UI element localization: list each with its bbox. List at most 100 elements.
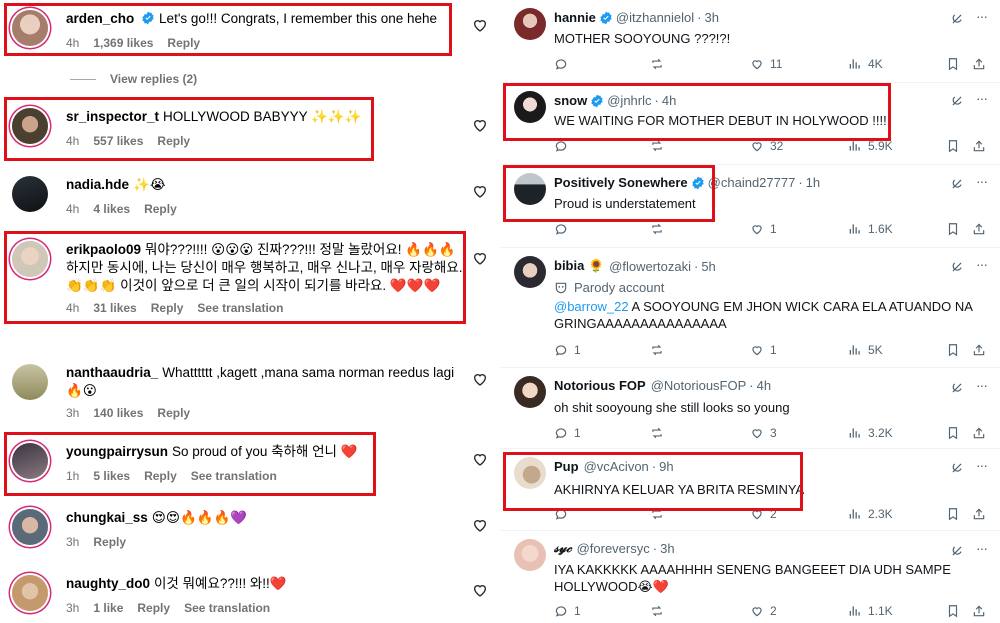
comment-username[interactable]: naughty_do0 bbox=[66, 576, 150, 591]
view-replies-button[interactable]: View replies (2) bbox=[70, 72, 197, 86]
display-name[interactable]: Positively Sonewhere bbox=[554, 175, 688, 190]
reply-button[interactable] bbox=[554, 57, 574, 71]
post-time[interactable]: 4h bbox=[662, 93, 676, 108]
like-heart-icon[interactable] bbox=[472, 582, 488, 598]
post-time[interactable]: 9h bbox=[659, 459, 673, 474]
display-name[interactable]: bibia 🌻 bbox=[554, 258, 604, 274]
display-name[interactable]: snow bbox=[554, 93, 587, 108]
bookmark-button[interactable] bbox=[946, 222, 966, 236]
repost-button[interactable] bbox=[650, 343, 670, 357]
avatar[interactable] bbox=[514, 256, 546, 288]
like-heart-icon[interactable] bbox=[472, 451, 488, 467]
reply-button[interactable]: Reply bbox=[157, 406, 190, 420]
avatar[interactable] bbox=[12, 443, 48, 479]
avatar[interactable] bbox=[514, 376, 546, 408]
comment-username[interactable]: chungkai_ss bbox=[66, 510, 148, 525]
share-button[interactable] bbox=[972, 426, 992, 440]
share-button[interactable] bbox=[972, 57, 992, 71]
views-button[interactable]: 3.2K bbox=[848, 426, 893, 440]
grok-icon[interactable] bbox=[950, 461, 964, 475]
grok-icon[interactable] bbox=[950, 381, 964, 395]
reply-button[interactable] bbox=[554, 222, 574, 236]
display-name[interactable]: Notorious FOP bbox=[554, 378, 646, 393]
see-translation-button[interactable]: See translation bbox=[197, 301, 283, 315]
bookmark-button[interactable] bbox=[946, 507, 966, 521]
mention-link[interactable]: @barrow_22 bbox=[554, 299, 629, 314]
comment-likes[interactable]: 140 likes bbox=[93, 406, 143, 420]
avatar[interactable] bbox=[514, 457, 546, 489]
like-button[interactable]: 11 bbox=[750, 57, 782, 71]
more-options-icon[interactable]: ··· bbox=[976, 173, 988, 189]
avatar[interactable] bbox=[12, 575, 48, 611]
see-translation-button[interactable]: See translation bbox=[184, 601, 270, 615]
views-button[interactable]: 2.3K bbox=[848, 507, 893, 521]
grok-icon[interactable] bbox=[950, 544, 964, 558]
avatar[interactable] bbox=[12, 509, 48, 545]
repost-button[interactable] bbox=[650, 139, 670, 153]
like-button[interactable]: 1 bbox=[750, 222, 777, 236]
reply-button[interactable]: Reply bbox=[144, 202, 177, 216]
avatar[interactable] bbox=[12, 176, 48, 212]
reply-button[interactable]: Reply bbox=[137, 601, 170, 615]
grok-icon[interactable] bbox=[950, 177, 964, 191]
reply-button[interactable] bbox=[554, 139, 574, 153]
repost-button[interactable] bbox=[650, 57, 670, 71]
avatar[interactable] bbox=[514, 91, 546, 123]
handle[interactable]: @NotoriousFOP bbox=[651, 378, 747, 393]
comment-likes[interactable]: 557 likes bbox=[93, 134, 143, 148]
avatar[interactable] bbox=[12, 10, 48, 46]
share-button[interactable] bbox=[972, 343, 992, 357]
views-button[interactable]: 5K bbox=[848, 343, 883, 357]
bookmark-button[interactable] bbox=[946, 604, 966, 618]
more-options-icon[interactable]: ··· bbox=[976, 457, 988, 473]
reply-button[interactable]: 1 bbox=[554, 426, 581, 440]
see-translation-button[interactable]: See translation bbox=[191, 469, 277, 483]
like-button[interactable]: 2 bbox=[750, 604, 777, 618]
more-options-icon[interactable]: ··· bbox=[976, 90, 988, 106]
display-name[interactable]: Pup bbox=[554, 459, 579, 474]
views-button[interactable]: 1.6K bbox=[848, 222, 893, 236]
handle[interactable]: @flowertozaki bbox=[609, 259, 691, 274]
like-button[interactable]: 2 bbox=[750, 507, 777, 521]
reply-button[interactable]: 1 bbox=[554, 604, 581, 618]
handle[interactable]: @foreversyc bbox=[577, 541, 650, 556]
share-button[interactable] bbox=[972, 604, 992, 618]
views-button[interactable]: 1.1K bbox=[848, 604, 893, 618]
post-time[interactable]: 4h bbox=[757, 378, 771, 393]
post-time[interactable]: 1h bbox=[806, 175, 820, 190]
post-time[interactable]: 3h bbox=[705, 10, 719, 25]
comment-username[interactable]: arden_cho bbox=[66, 11, 134, 26]
avatar[interactable] bbox=[12, 364, 48, 400]
post-time[interactable]: 3h bbox=[660, 541, 674, 556]
comment-username[interactable]: nadia.hde bbox=[66, 177, 129, 192]
comment-likes[interactable]: 1,369 likes bbox=[93, 36, 153, 50]
post-time[interactable]: 5h bbox=[701, 259, 715, 274]
handle[interactable]: @vcAcivon bbox=[584, 459, 649, 474]
grok-icon[interactable] bbox=[950, 94, 964, 108]
views-button[interactable]: 5.9K bbox=[848, 139, 893, 153]
comment-likes[interactable]: 31 likes bbox=[93, 301, 136, 315]
handle[interactable]: @jnhrlc bbox=[607, 93, 651, 108]
more-options-icon[interactable]: ··· bbox=[976, 377, 988, 393]
repost-button[interactable] bbox=[650, 604, 670, 618]
share-button[interactable] bbox=[972, 222, 992, 236]
bookmark-button[interactable] bbox=[946, 426, 966, 440]
repost-button[interactable] bbox=[650, 507, 670, 521]
more-options-icon[interactable]: ··· bbox=[976, 8, 988, 24]
like-heart-icon[interactable] bbox=[472, 371, 488, 387]
reply-button[interactable]: Reply bbox=[157, 134, 190, 148]
like-button[interactable]: 3 bbox=[750, 426, 777, 440]
more-options-icon[interactable]: ··· bbox=[976, 540, 988, 556]
views-button[interactable]: 4K bbox=[848, 57, 883, 71]
comment-likes[interactable]: 1 like bbox=[93, 601, 123, 615]
like-heart-icon[interactable] bbox=[472, 17, 488, 33]
like-heart-icon[interactable] bbox=[472, 517, 488, 533]
share-button[interactable] bbox=[972, 139, 992, 153]
comment-username[interactable]: erikpaolo09 bbox=[66, 242, 141, 257]
grok-icon[interactable] bbox=[950, 12, 964, 26]
like-button[interactable]: 32 bbox=[750, 139, 783, 153]
reply-button[interactable]: Reply bbox=[167, 36, 200, 50]
grok-icon[interactable] bbox=[950, 260, 964, 274]
comment-likes[interactable]: 5 likes bbox=[93, 469, 130, 483]
avatar[interactable] bbox=[12, 241, 48, 277]
